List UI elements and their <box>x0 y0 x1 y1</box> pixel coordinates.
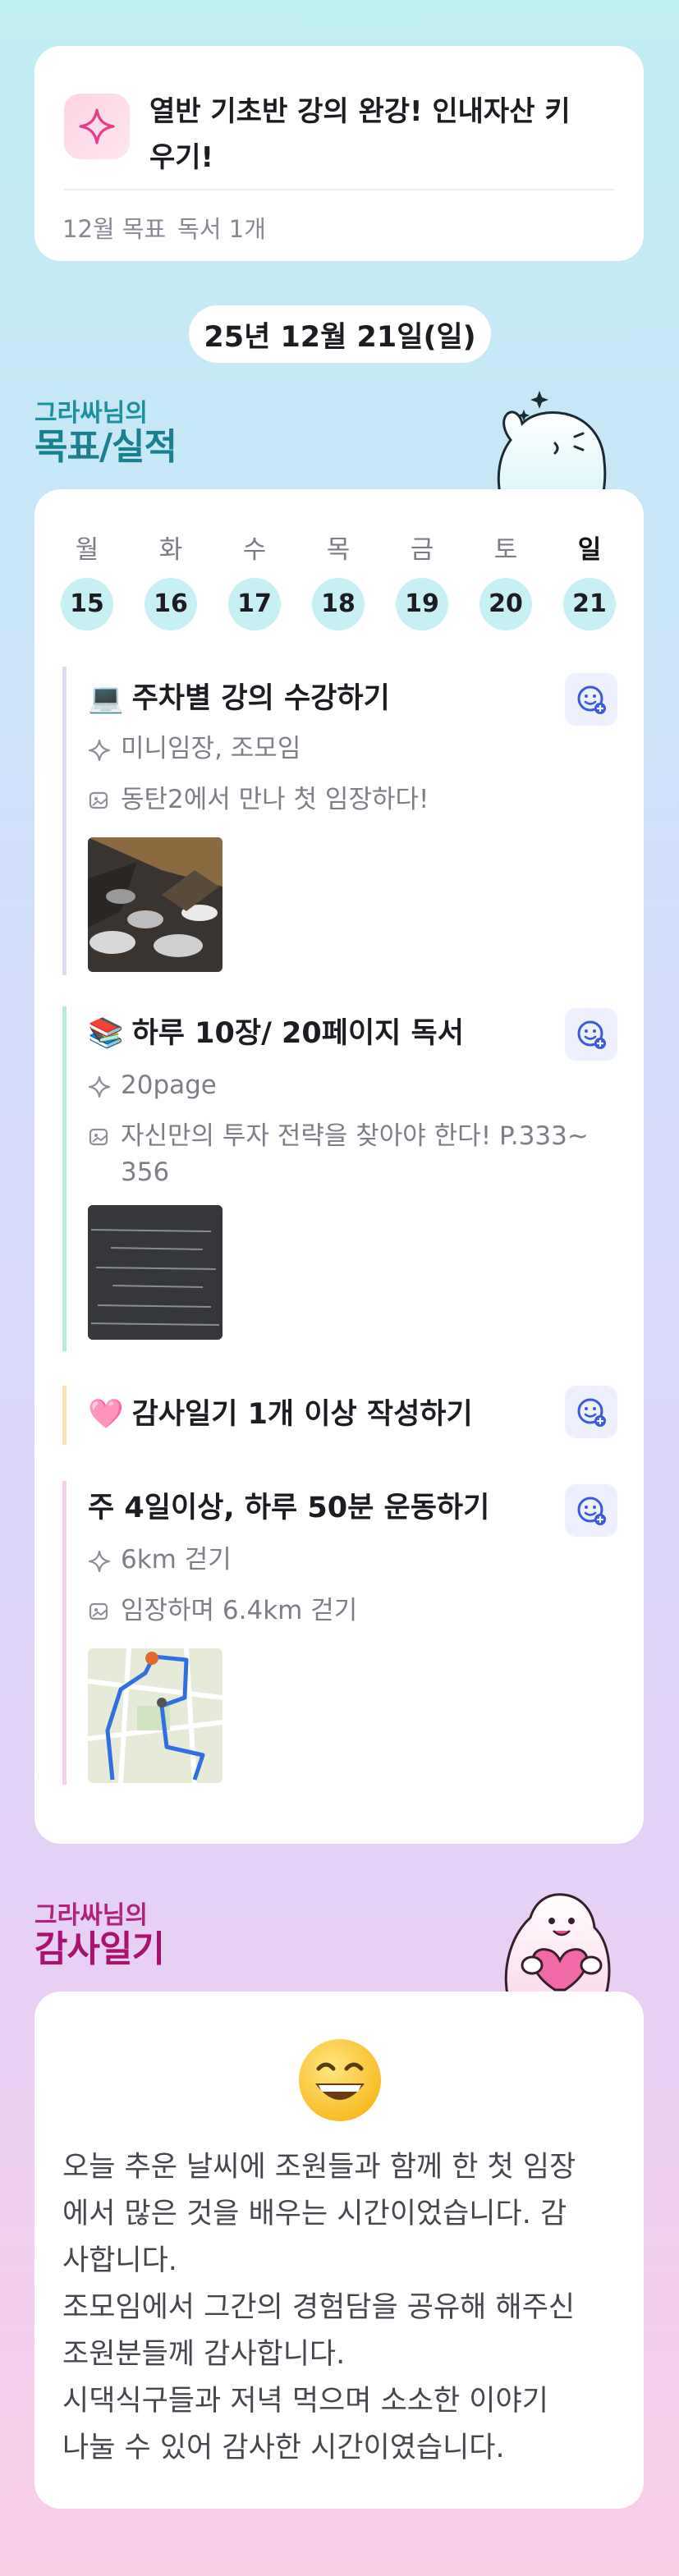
day-number: 20 <box>479 578 532 630</box>
day-name: 화 <box>158 535 183 565</box>
goals-card: 월 15 화 16 수 17 목 18 금 19 토 20 일 21 💻 주차별 … <box>34 489 644 1844</box>
goal-title: 주 4일이상, 하루 50분 운동하기 <box>88 1492 490 1524</box>
goal-title: 📚 하루 10장/ 20페이지 독서 <box>88 1017 464 1050</box>
mascot-waving-icon <box>497 391 607 497</box>
date-selector[interactable]: 25년 12월 21일(일) <box>189 305 491 363</box>
goal-result: 미니임장, 조모임 <box>88 731 613 772</box>
day-tue[interactable]: 화 16 <box>145 532 197 630</box>
goal-title: 열반 기초반 강의 완강! 인내자산 키 우기! <box>149 95 571 174</box>
diary-text: 오늘 추운 날씨에 조원들과 함께 한 첫 임장 에서 많은 것을 배우는 시간… <box>62 2144 621 2472</box>
day-number: 19 <box>396 578 448 630</box>
pink-heart-icon: 🩷 <box>88 1398 124 1431</box>
sparkle-icon <box>88 731 121 772</box>
day-name: 토 <box>493 535 518 565</box>
photo-memo-icon <box>88 1593 121 1634</box>
goal-item[interactable]: 📚 하루 10장/ 20페이지 독서 20page 자신만의 투자 전략을 찾아야… <box>62 1006 617 1351</box>
photo-memo-icon <box>88 1118 121 1159</box>
goal-memo: 동탄2에서 만나 첫 임장하다! <box>88 782 613 823</box>
day-name: 월 <box>75 535 99 565</box>
diary-line: 조모임에서 그간의 경험담을 공유해 해주신 <box>62 2291 576 2324</box>
diary-line: 시댁식구들과 저녁 먹으며 소소한 이야기 <box>62 2385 548 2418</box>
day-wed[interactable]: 수 17 <box>228 532 281 630</box>
day-number: 17 <box>228 578 281 630</box>
goal-memo: 자신만의 투자 전략을 찾아야 한다! P.333~ 356 <box>88 1118 613 1190</box>
goal-photo-shoes[interactable] <box>88 837 223 972</box>
laptop-icon: 💻 <box>88 682 124 715</box>
day-number: 16 <box>145 578 197 630</box>
smile-plus-icon <box>577 1020 606 1049</box>
monthly-goal: 12월 목표 독서 1개 <box>62 210 278 245</box>
day-number: 21 <box>563 578 616 630</box>
goal-title: 💻 주차별 강의 수강하기 <box>88 682 390 715</box>
goal-result: 20page <box>88 1067 613 1108</box>
divider <box>64 189 614 190</box>
diary-line: 에서 많은 것을 배우는 시간이었습니다. 감 <box>62 2198 567 2230</box>
goal-item[interactable]: 💻 주차별 강의 수강하기 미니임장, 조모임 동탄2에서 만나 첫 임장하다! <box>62 667 617 975</box>
sparkle-icon <box>88 1067 121 1108</box>
diary-line: 오늘 추운 날씨에 조원들과 함께 한 첫 임장 <box>62 2151 576 2184</box>
gratitude-diary-card: 오늘 추운 날씨에 조원들과 함께 한 첫 임장 에서 많은 것을 배우는 시간… <box>34 1992 644 2509</box>
reaction-button[interactable] <box>565 673 617 726</box>
goal-photo-map-route[interactable] <box>88 1648 223 1783</box>
reaction-button[interactable] <box>565 1008 617 1061</box>
goal-item[interactable]: 🩷 감사일기 1개 이상 작성하기 <box>62 1386 617 1445</box>
diary-line: 사합니다. <box>62 2244 177 2277</box>
goal-item[interactable]: 주 4일이상, 하루 50분 운동하기 6km 걷기 임장하며 6.4km 걷기 <box>62 1481 617 1785</box>
smile-plus-icon <box>577 1398 606 1427</box>
smile-plus-icon <box>577 685 606 714</box>
reaction-button[interactable] <box>565 1386 617 1438</box>
diary-section-title: 감사일기 <box>34 1928 165 1970</box>
day-fri[interactable]: 금 19 <box>396 532 448 630</box>
diary-line: 조원분들께 감사합니다. <box>62 2338 346 2371</box>
diary-line: 나눌 수 있어 감사한 시간이였습니다. <box>62 2432 505 2464</box>
monthly-goal-value: 독서 1개 <box>177 215 266 243</box>
day-name: 목 <box>326 535 351 565</box>
goal-title: 🩷 감사일기 1개 이상 작성하기 <box>88 1398 473 1431</box>
reaction-button[interactable] <box>565 1484 617 1537</box>
goal-memo: 임장하며 6.4km 걷기 <box>88 1593 613 1634</box>
goals-section-title: 목표/실적 <box>34 426 177 468</box>
smile-plus-icon <box>577 1497 606 1525</box>
day-name: 일 <box>577 535 602 565</box>
day-number: 15 <box>61 578 113 630</box>
photo-memo-icon <box>88 782 121 823</box>
day-sun[interactable]: 일 21 <box>563 532 616 630</box>
monthly-goal-card[interactable]: 열반 기초반 강의 완강! 인내자산 키 우기! 12월 목표 독서 1개 <box>34 46 644 261</box>
day-thu[interactable]: 목 18 <box>312 532 365 630</box>
goal-result: 6km 걷기 <box>88 1542 613 1583</box>
day-name: 수 <box>242 535 267 565</box>
sparkle-icon <box>88 1542 121 1583</box>
day-mon[interactable]: 월 15 <box>61 532 113 630</box>
grinning-face-icon <box>297 2037 383 2123</box>
day-number: 18 <box>312 578 365 630</box>
day-sat[interactable]: 토 20 <box>479 532 532 630</box>
day-name: 금 <box>410 535 434 565</box>
monthly-goal-label: 12월 목표 <box>62 215 167 243</box>
mascot-heart-icon <box>504 1893 611 1995</box>
books-icon: 📚 <box>88 1017 124 1050</box>
goal-photo-book-page[interactable] <box>88 1205 223 1340</box>
sparkle-icon <box>64 94 130 159</box>
